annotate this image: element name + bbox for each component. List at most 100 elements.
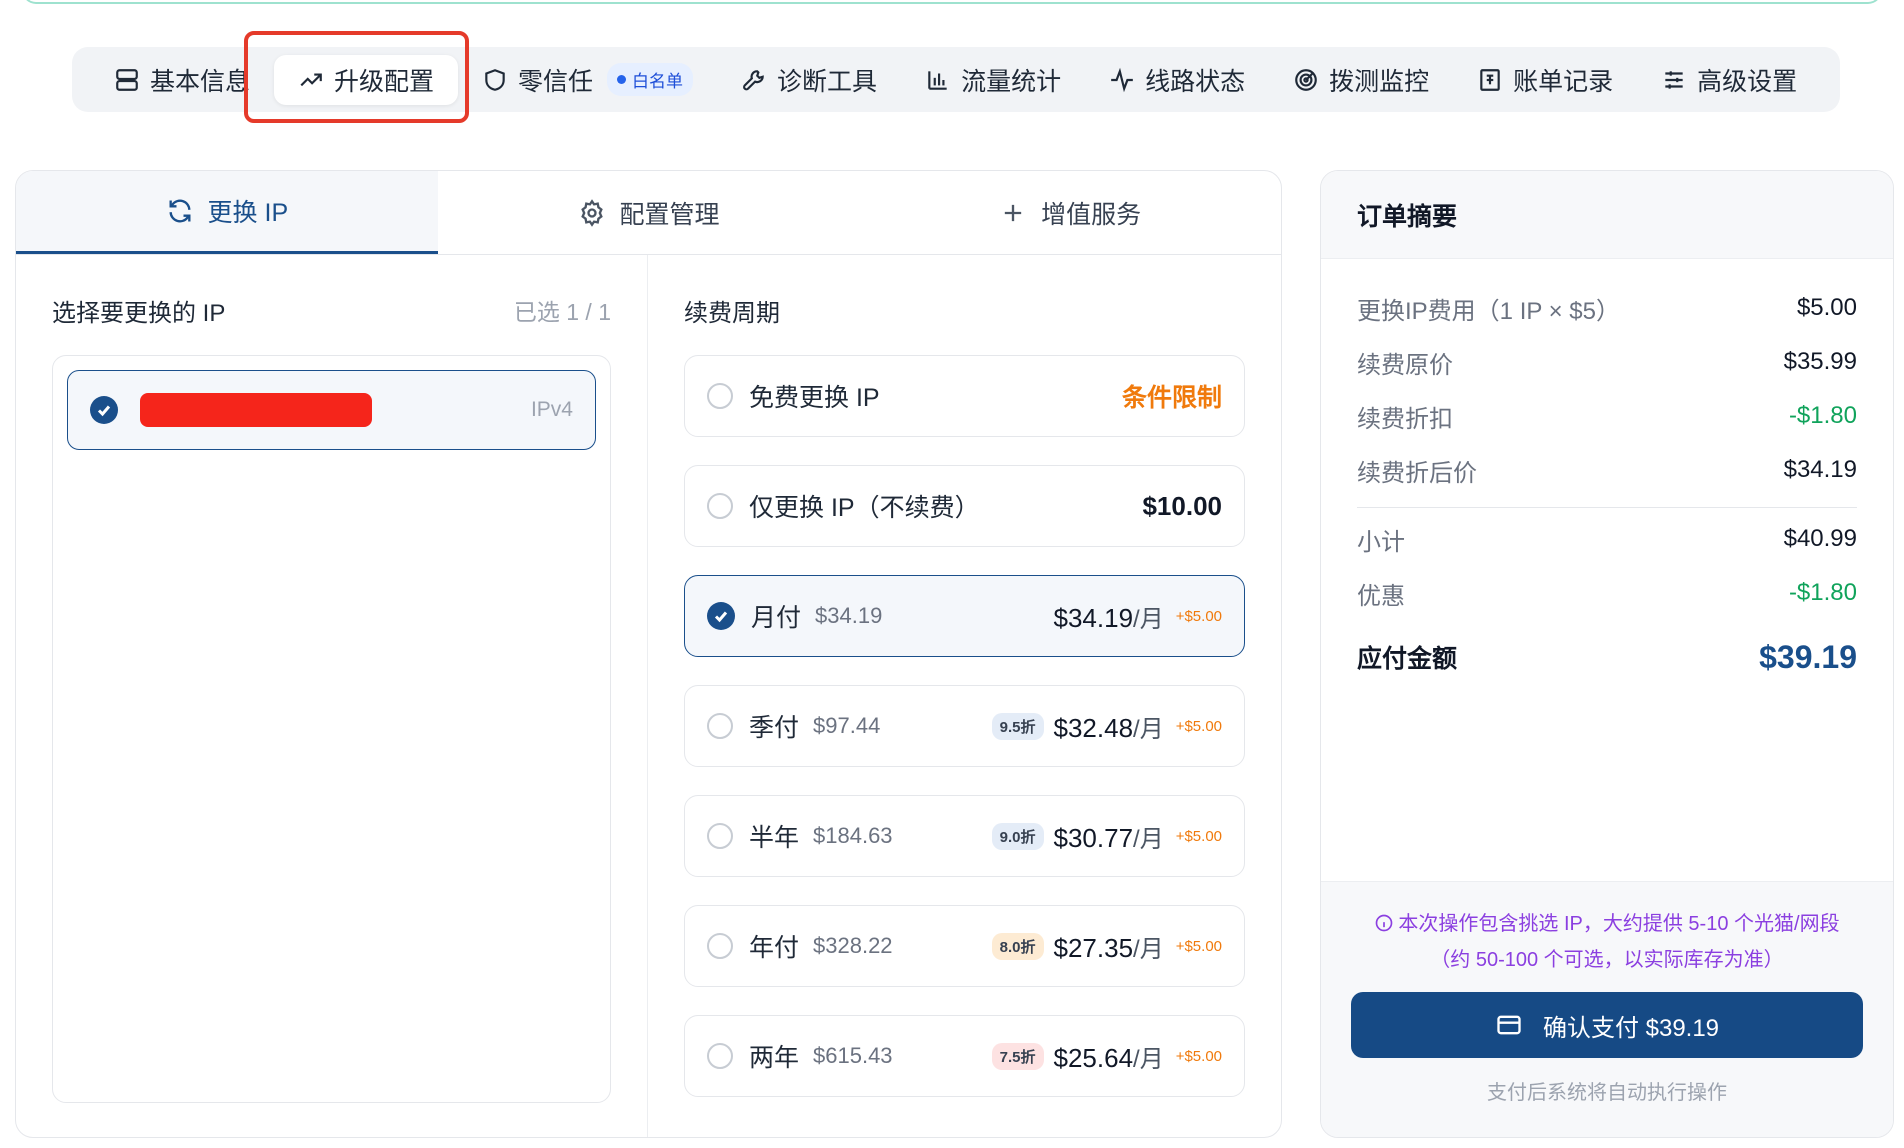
plan-name: 季付	[749, 714, 800, 742]
plan-extra-fee: +$5.00	[1175, 1047, 1222, 1065]
price-value: $32.48	[1053, 712, 1134, 743]
ip-type-label: IPv4	[530, 398, 573, 421]
ip-selected-count: 已选 1 / 1	[513, 299, 611, 325]
ip-list: IPv4	[52, 355, 611, 1103]
plan-monthly-price: $34.19/月	[1054, 599, 1164, 634]
radio-button[interactable]	[707, 1043, 733, 1069]
ip-section-title: 选择要更换的 IP	[52, 299, 226, 327]
badge-dot	[617, 75, 627, 84]
radio-button[interactable]	[707, 383, 733, 409]
summary-row-renewal-discount: 续费折扣 -$1.80	[1357, 389, 1857, 443]
plan-section-title: 续费周期	[684, 299, 780, 327]
nav-item-label: 线路状态	[1145, 67, 1246, 96]
nav-item-label: 零信任	[518, 67, 594, 96]
sliders-icon	[1665, 70, 1683, 89]
main-panel: 更换 IP 配置管理 增值服务 选择要更换的 IP 已选 1 / 1 IPv4	[15, 170, 1282, 1138]
summary-total-row: 应付金额 $39.19	[1357, 620, 1857, 694]
plan-extra-fee: +$5.00	[1175, 717, 1222, 735]
plan-option-quarterly[interactable]: 季付 $97.44 9.5折 $32.48/月 +$5.00	[684, 685, 1245, 767]
discount-badge: 9.0折	[991, 822, 1044, 850]
checked-icon[interactable]	[90, 396, 118, 424]
price-unit: /月	[1133, 715, 1164, 743]
shield-icon	[485, 68, 505, 91]
plan-option-free[interactable]: 免费更换 IP 条件限制	[684, 355, 1245, 437]
info-note: 本次操作包含挑选 IP，大约提供 5-10 个光猫/网段 （约 50-100 个…	[1351, 906, 1863, 978]
radio-button[interactable]	[707, 713, 733, 739]
plan-option-yearly[interactable]: 年付 $328.22 8.0折 $27.35/月 +$5.00	[684, 905, 1245, 987]
nav-item-billing[interactable]: 账单记录	[1453, 55, 1637, 105]
nav-item-line-status[interactable]: 线路状态	[1085, 55, 1269, 105]
bar-chart-icon	[928, 70, 947, 90]
tab-config-management[interactable]: 配置管理	[438, 171, 860, 254]
nav-item-label: 账单记录	[1513, 67, 1614, 96]
plan-right: 9.0折 $30.77/月 +$5.00	[991, 819, 1222, 854]
summary-value: -$1.80	[1788, 579, 1857, 606]
summary-label: 续费原价	[1357, 351, 1453, 379]
nav-item-zero-trust[interactable]: 零信任 白名单	[458, 55, 717, 105]
ip-list-item[interactable]: IPv4	[67, 370, 596, 450]
plan-price: $10.00	[1142, 490, 1222, 521]
price-value: $30.77	[1053, 822, 1134, 853]
credit-card-icon	[1497, 1015, 1521, 1035]
summary-value: -$1.80	[1788, 402, 1857, 429]
checked-icon[interactable]	[707, 602, 735, 630]
summary-row-original-renewal: 续费原价 $35.99	[1357, 335, 1857, 389]
plan-original-price: $34.19	[815, 603, 883, 628]
plan-name: 月付	[751, 604, 802, 632]
plan-extra-fee: +$5.00	[1175, 937, 1222, 955]
plan-name: 两年	[749, 1044, 800, 1072]
tab-value-added[interactable]: 增值服务	[859, 171, 1281, 254]
plan-name: 半年	[749, 824, 800, 852]
plan-option-half-year[interactable]: 半年 $184.63 9.0折 $30.77/月 +$5.00	[684, 795, 1245, 877]
plan-option-two-year[interactable]: 两年 $615.43 7.5折 $25.64/月 +$5.00	[684, 1015, 1245, 1097]
plan-section-head: 续费周期	[684, 291, 1245, 329]
confirm-pay-button[interactable]: 确认支付 $39.19	[1351, 992, 1863, 1058]
price-value: $25.64	[1053, 1042, 1134, 1073]
tab-label: 更换 IP	[207, 199, 289, 227]
nav-item-label: 流量统计	[961, 67, 1062, 96]
plan-right: 7.5折 $25.64/月 +$5.00	[991, 1039, 1222, 1074]
nav-item-upgrade[interactable]: 升级配置	[274, 54, 459, 105]
info-note-line-1: 本次操作包含挑选 IP，大约提供 5-10 个光猫/网段	[1351, 906, 1863, 942]
nav-item-advanced[interactable]: 高级设置	[1637, 55, 1821, 105]
info-icon	[1376, 914, 1393, 932]
summary-value: $35.99	[1783, 348, 1857, 375]
nav-item-basic-info[interactable]: 基本信息	[90, 55, 274, 105]
condition-limit-tag: 条件限制	[1121, 384, 1222, 412]
plan-option-monthly[interactable]: 月付 $34.19 $34.19/月 +$5.00	[684, 575, 1245, 657]
receipt-icon	[1480, 68, 1500, 91]
order-summary-title: 订单摘要	[1321, 171, 1893, 259]
plan-option-ip-only[interactable]: 仅更换 IP（不续费） $10.00	[684, 465, 1245, 547]
nav-item-probe-monitor[interactable]: 拨测监控	[1269, 55, 1453, 105]
gear-icon	[580, 198, 603, 227]
plan-original-price: $328.22	[813, 933, 893, 958]
radar-icon	[1295, 68, 1317, 91]
tab-change-ip[interactable]: 更换 IP	[16, 171, 438, 254]
plan-original-price: $97.44	[813, 713, 881, 738]
order-summary-panel: 订单摘要 更换IP费用（1 IP × $5） $5.00 续费原价 $35.99…	[1320, 170, 1894, 1138]
summary-row-discounted-renewal: 续费折后价 $34.19	[1357, 443, 1857, 497]
plan-monthly-price: $30.77/月	[1054, 819, 1164, 854]
nav-item-diagnostics[interactable]: 诊断工具	[717, 55, 901, 105]
summary-row-promotion: 优惠 -$1.80	[1357, 566, 1857, 620]
radio-button[interactable]	[707, 493, 733, 519]
info-note-text: 本次操作包含挑选 IP，大约提供 5-10 个光猫/网段	[1398, 913, 1840, 935]
ip-section-head: 选择要更换的 IP 已选 1 / 1	[52, 291, 611, 329]
radio-button[interactable]	[707, 823, 733, 849]
plan-name: 年付	[749, 934, 800, 962]
pay-hint: 支付后系统将自动执行操作	[1487, 1082, 1727, 1104]
radio-button[interactable]	[707, 933, 733, 959]
price-unit: /月	[1133, 1045, 1164, 1073]
badge-label: 白名单	[632, 72, 684, 91]
nav-item-label: 升级配置	[334, 67, 435, 96]
wrench-icon	[743, 69, 764, 90]
plan-name: 仅更换 IP（不续费）	[749, 494, 980, 522]
price-value: $27.35	[1053, 932, 1134, 963]
redacted-ip-address	[140, 393, 372, 427]
pay-button-label: 确认支付 $39.19	[1542, 1014, 1720, 1042]
plan-list: 免费更换 IP 条件限制 仅更换 IP（不续费） $10.00 月付 $34.1…	[684, 355, 1245, 1097]
nav-item-traffic[interactable]: 流量统计	[901, 55, 1085, 105]
discount-badge: 7.5折	[991, 1042, 1044, 1070]
summary-row-subtotal: 小计 $40.99	[1357, 512, 1857, 566]
nav-item-label: 基本信息	[150, 67, 251, 96]
